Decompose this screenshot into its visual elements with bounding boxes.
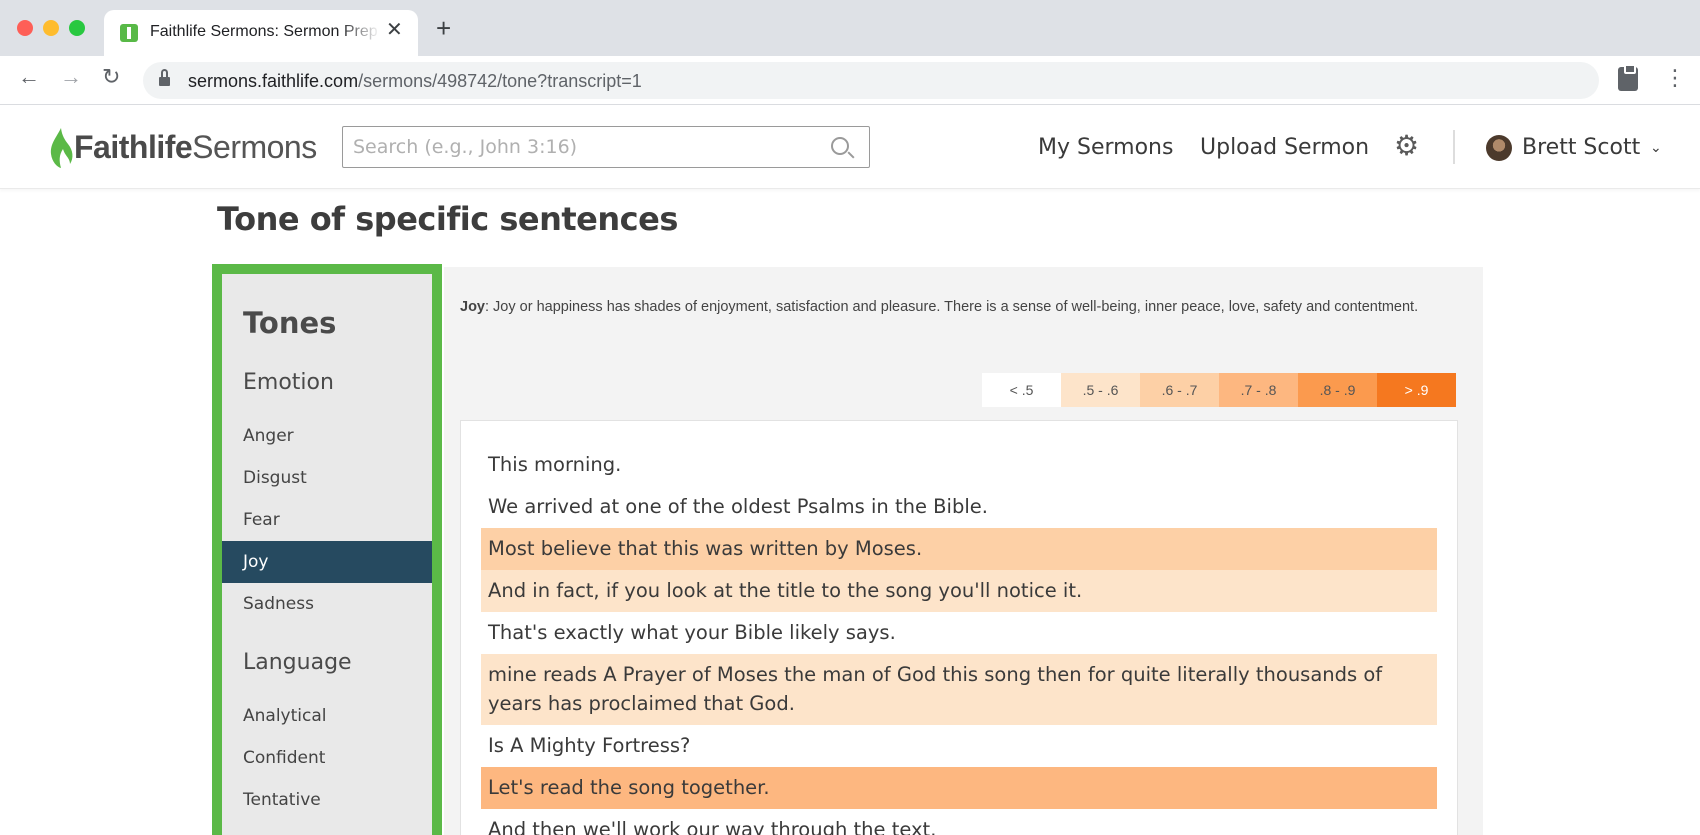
transcript-sentence: Most believe that this was written by Mo… [481, 528, 1437, 570]
tone-item-disgust[interactable]: Disgust [222, 457, 432, 499]
avatar[interactable] [1486, 135, 1512, 161]
tone-item-confident[interactable]: Confident [222, 737, 432, 779]
tones-sidebar: Tones Emotion Anger Disgust Fear Joy Sad… [212, 264, 442, 835]
reload-icon[interactable]: ↻ [102, 66, 120, 88]
clipboard-icon[interactable] [1618, 64, 1638, 91]
back-arrow-icon[interactable]: ← [18, 66, 40, 88]
faithlife-favicon-icon [120, 24, 138, 42]
legend-cell: .7 - .8 [1219, 373, 1298, 407]
transcript-sentence: mine reads A Prayer of Moses the man of … [481, 654, 1437, 725]
search-input[interactable] [353, 135, 823, 159]
page-title: Tone of specific sentences [217, 200, 678, 238]
legend-cell: .8 - .9 [1298, 373, 1377, 407]
tone-item-analytical[interactable]: Analytical [222, 695, 432, 737]
close-window-button[interactable] [17, 20, 33, 36]
lock-icon [159, 69, 170, 86]
transcript-sentence: And in fact, if you look at the title to… [481, 570, 1437, 612]
emotion-group-label: Emotion [243, 370, 334, 395]
tab-close-icon[interactable]: ✕ [386, 20, 403, 40]
transcript: This morning. We arrived at one of the o… [460, 420, 1458, 835]
tone-item-anger[interactable]: Anger [222, 415, 432, 457]
transcript-sentence: We arrived at one of the oldest Psalms i… [488, 495, 988, 518]
search-icon[interactable] [831, 137, 849, 155]
user-menu[interactable]: Brett Scott [1522, 135, 1640, 160]
legend-cell: < .5 [982, 373, 1061, 407]
tone-item-tentative[interactable]: Tentative [222, 779, 432, 821]
tones-heading: Tones [243, 306, 337, 340]
tone-item-joy[interactable]: Joy [222, 541, 432, 583]
browser-toolbar: ← → ↻ sermons.faithlife.com/sermons/4987… [0, 56, 1700, 105]
gear-icon[interactable]: ⚙ [1394, 132, 1419, 160]
transcript-sentence: That's exactly what your Bible likely sa… [488, 621, 896, 644]
transcript-sentence: Let's read the song together. [481, 767, 1437, 809]
address-bar[interactable]: sermons.faithlife.com/sermons/498742/ton… [143, 62, 1599, 99]
browser-tab-bar: Faithlife Sermons: Sermon Preparation ✕ … [0, 0, 1700, 56]
tone-item-sadness[interactable]: Sadness [222, 583, 432, 625]
header-divider [1453, 130, 1455, 164]
forward-arrow-icon[interactable]: → [60, 66, 82, 88]
tone-item-fear[interactable]: Fear [222, 499, 432, 541]
transcript-sentence: This morning. [488, 453, 622, 476]
tone-description: Joy: Joy or happiness has shades of enjo… [460, 299, 1419, 315]
upload-sermon-link[interactable]: Upload Sermon [1200, 135, 1369, 160]
legend-cell: > .9 [1377, 373, 1456, 407]
language-group-label: Language [243, 650, 352, 675]
flame-logo-icon [50, 128, 73, 168]
url-text: sermons.faithlife.com/sermons/498742/ton… [188, 71, 642, 91]
legend-cell: .5 - .6 [1061, 373, 1140, 407]
browser-tab[interactable]: Faithlife Sermons: Sermon Preparation ✕ [104, 10, 418, 56]
tone-content-panel: Joy: Joy or happiness has shades of enjo… [444, 267, 1483, 835]
my-sermons-link[interactable]: My Sermons [1038, 135, 1173, 160]
transcript-sentence: And then we'll work our way through the … [488, 818, 937, 835]
transcript-sentence: Is A Mighty Fortress? [488, 734, 691, 757]
new-tab-icon[interactable]: + [436, 15, 451, 41]
score-legend: < .5 .5 - .6 .6 - .7 .7 - .8 .8 - .9 > .… [982, 373, 1456, 407]
more-menu-icon[interactable]: ⋮ [1664, 67, 1686, 89]
chevron-down-icon[interactable]: ⌄ [1650, 139, 1662, 156]
search-box[interactable] [342, 126, 870, 168]
minimize-window-button[interactable] [43, 20, 59, 36]
maximize-window-button[interactable] [69, 20, 85, 36]
site-header: FaithlifeSermons My Sermons Upload Sermo… [0, 106, 1700, 189]
legend-cell: .6 - .7 [1140, 373, 1219, 407]
